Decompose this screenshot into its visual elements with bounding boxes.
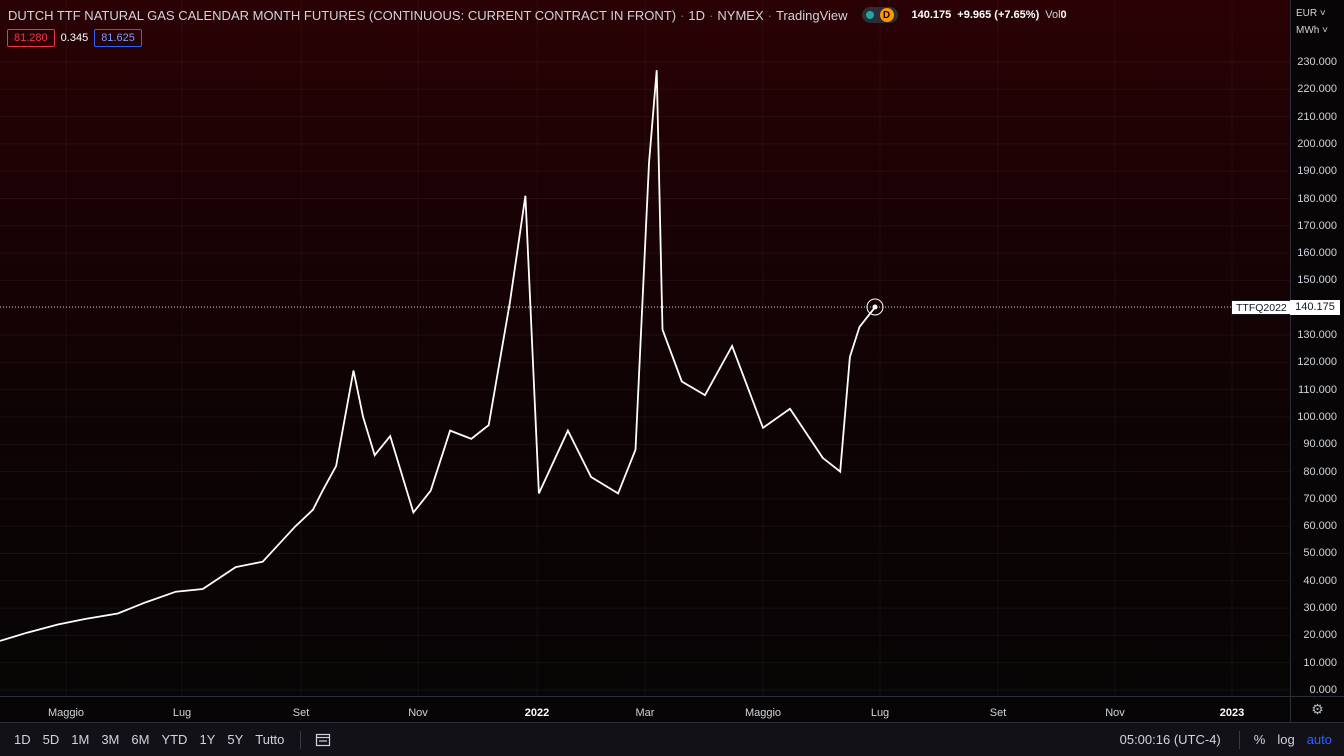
time-tick-label: Maggio (47, 707, 85, 719)
currency-unit[interactable]: EUR (1296, 8, 1317, 19)
market-status[interactable]: D (861, 7, 898, 23)
price-tick-label: 150.000 (1297, 274, 1337, 287)
price-tick-label: 120.000 (1297, 356, 1337, 369)
price-axis[interactable]: 230.000 220.000 210.000 200.000 190.000 180.0… (1290, 0, 1344, 696)
price-tick-label: 40.000 (1303, 574, 1337, 587)
range-button-5y[interactable]: 5Y (221, 732, 249, 747)
volume: Vol0 (1045, 9, 1067, 21)
spread-value: 0.345 (60, 32, 89, 44)
price-tick-label: 50.000 (1303, 547, 1337, 560)
price-tick-label: 130.000 (1297, 329, 1337, 342)
currency-selector[interactable]: EUR ˅ MWh ˅ (1296, 5, 1328, 39)
time-tick-label: Set (292, 707, 310, 719)
time-tick-label: 2023 (1219, 707, 1245, 719)
ohlc-values: 140.175 +9.965 (+7.65%) Vol0 (912, 9, 1067, 21)
time-tick-label: 2022 (524, 707, 550, 719)
range-button-6m[interactable]: 6M (125, 732, 155, 747)
bid-ask-row: 81.280 0.345 81.625 (7, 29, 142, 47)
range-button-1y[interactable]: 1Y (193, 732, 221, 747)
source-label: TradingView (775, 7, 848, 23)
price-chart[interactable] (0, 0, 1290, 696)
price-tick-label: 80.000 (1303, 465, 1337, 478)
last-price: 140.175 (911, 9, 952, 21)
price-tick-label: 60.000 (1303, 520, 1337, 533)
buy-price-button[interactable]: 81.625 (94, 29, 142, 47)
price-tick-label: 20.000 (1303, 629, 1337, 642)
price-tick-label: 210.000 (1297, 110, 1337, 123)
log-scale-toggle[interactable]: log (1273, 732, 1298, 747)
clock-timezone[interactable]: 05:00:16 (UTC-4) (1120, 732, 1221, 747)
range-button-1d[interactable]: 1D (8, 732, 37, 747)
time-tick-label: Mar (635, 707, 655, 719)
time-tick-label: Maggio (744, 707, 782, 719)
price-tick-label: 70.000 (1303, 492, 1337, 505)
price-tick-label: 160.000 (1297, 247, 1337, 260)
bottom-toolbar: 1D 5D 1M 3M 6M YTD 1Y 5Y Tutto 05:00:16 (UTC-4) … (0, 722, 1344, 756)
chart-area[interactable]: DUTCH TTF NATURAL GAS CALENDAR MONTH FUT… (0, 0, 1290, 696)
last-price-marker (872, 304, 878, 310)
price-tick-label: 100.000 (1297, 410, 1337, 423)
price-tick-label: 190.000 (1297, 165, 1337, 178)
price-tick-label: 10.000 (1303, 656, 1337, 669)
delayed-badge: D (879, 8, 894, 22)
price-tick-label: 90.000 (1303, 438, 1337, 451)
price-series-line (0, 70, 876, 642)
range-button-tutto[interactable]: Tutto (249, 732, 290, 747)
chart-legend: DUTCH TTF NATURAL GAS CALENDAR MONTH FUT… (8, 7, 1067, 23)
interval-label[interactable]: 1D (688, 8, 705, 23)
range-button-1m[interactable]: 1M (65, 732, 95, 747)
time-tick-label: Lug (172, 707, 192, 719)
price-tick-label: 180.000 (1297, 192, 1337, 205)
last-price-tag: 140.175 (1290, 300, 1340, 315)
bottom-right-controls: 05:00:16 (UTC-4) % log auto (1120, 730, 1336, 749)
price-tick-label: 0.000 (1309, 684, 1337, 696)
price-tick-label: 110.000 (1298, 383, 1337, 396)
percent-scale-toggle[interactable]: % (1250, 732, 1270, 747)
price-tick-label: 220.000 (1297, 83, 1337, 96)
market-open-icon (865, 11, 874, 19)
price-tick-label: 230.000 (1297, 56, 1337, 68)
range-buttons: 1D 5D 1M 3M 6M YTD 1Y 5Y Tutto (0, 732, 290, 747)
settings-gear-icon[interactable]: ⚙ (1290, 696, 1344, 722)
time-tick-label: Lug (870, 707, 890, 719)
range-button-ytd[interactable]: YTD (155, 732, 193, 747)
symbol-tag: TTFQ2022 (1231, 300, 1290, 315)
range-button-3m[interactable]: 3M (95, 732, 125, 747)
price-change: +9.965 (+7.65%) (957, 9, 1040, 21)
sell-price-button[interactable]: 81.280 (7, 29, 55, 47)
time-tick-label: Nov (408, 707, 428, 719)
exchange-label: NYMEX (717, 7, 764, 23)
price-tick-label: 200.000 (1297, 137, 1337, 150)
time-tick-label: Nov (1105, 707, 1125, 719)
range-button-5d[interactable]: 5D (37, 732, 66, 747)
measure-unit[interactable]: MWh (1296, 25, 1319, 36)
symbol-title[interactable]: DUTCH TTF NATURAL GAS CALENDAR MONTH FUT… (8, 8, 676, 23)
time-tick-label: Set (989, 707, 1007, 719)
auto-scale-toggle[interactable]: auto (1303, 732, 1336, 747)
chevron-down-icon: ˅ (1317, 8, 1326, 19)
chevron-down-icon: ˅ (1319, 25, 1328, 36)
price-tick-label: 30.000 (1303, 602, 1337, 615)
price-tick-label: 170.000 (1297, 219, 1337, 232)
calendar-range-icon[interactable] (315, 733, 331, 747)
